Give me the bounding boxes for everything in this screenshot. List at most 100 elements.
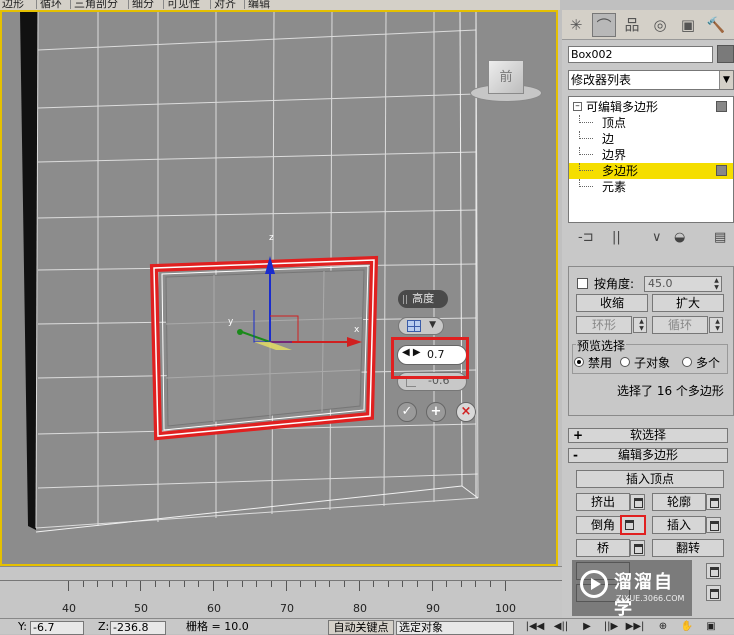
- next-frame-icon[interactable]: ||▶: [600, 619, 622, 634]
- zoom-extents-icon[interactable]: ▣: [700, 619, 722, 634]
- ring-button[interactable]: 环形: [576, 316, 632, 334]
- by-angle-spinner[interactable]: 45.0 ▲ ▼: [644, 276, 722, 292]
- make-unique-icon[interactable]: ∨: [652, 230, 662, 245]
- modify-icon[interactable]: ⌒: [592, 13, 616, 37]
- outline-settings-icon[interactable]: [706, 494, 721, 510]
- preview-subobject-radio[interactable]: [620, 357, 630, 367]
- show-end-result-icon[interactable]: ||: [612, 230, 621, 245]
- go-to-end-icon[interactable]: ▶▶|: [624, 619, 646, 634]
- viewcube-face-front[interactable]: 前: [488, 60, 524, 94]
- menu-bar: 边形 循环 三角剖分 细分 可见性 对齐 编辑: [0, 0, 560, 10]
- menu-item-align[interactable]: 对齐: [210, 0, 236, 10]
- menu-item-visibility[interactable]: 可见性: [163, 0, 200, 10]
- wall-side-edge: [20, 12, 38, 530]
- inset-button[interactable]: 插入: [652, 516, 706, 534]
- loop-spinner[interactable]: ▲ ▼: [709, 317, 723, 333]
- previous-frame-icon[interactable]: ◀||: [550, 619, 572, 634]
- insert-vertex-button[interactable]: 插入顶点: [576, 470, 724, 488]
- bridge-settings-icon[interactable]: [630, 540, 645, 556]
- extrude-settings-icon[interactable]: [630, 494, 645, 510]
- by-angle-checkbox[interactable]: [577, 278, 588, 289]
- go-to-start-icon[interactable]: |◀◀: [524, 619, 546, 634]
- status-bar: Y: -6.7 Z: -236.8 栅格 = 10.0 自动关键点 选定对象 |…: [0, 618, 734, 635]
- time-ruler[interactable]: 40 50 60 70 80 90 100: [0, 580, 562, 615]
- stack-item-border[interactable]: 边界: [569, 147, 733, 163]
- svg-text:y: y: [228, 317, 234, 327]
- menu-item-triangulate[interactable]: 三角剖分: [70, 0, 118, 10]
- y-coord-label: Y:: [18, 620, 27, 633]
- retriangulate-settings-icon[interactable]: [706, 585, 721, 601]
- group-mode-icon: [407, 320, 421, 332]
- ring-spinner[interactable]: ▲ ▼: [633, 317, 647, 333]
- remove-modifier-icon[interactable]: ◒: [674, 230, 685, 245]
- object-name-field[interactable]: Box002: [568, 46, 713, 63]
- preview-subobject-label: 子对象: [634, 356, 671, 370]
- timeline-label: 80: [353, 602, 367, 615]
- shrink-button[interactable]: 收缩: [576, 294, 648, 312]
- motion-icon[interactable]: ◎: [648, 13, 672, 37]
- display-icon[interactable]: ▣: [676, 13, 700, 37]
- stack-item-element[interactable]: 元素: [569, 179, 733, 195]
- create-icon[interactable]: ✳: [564, 13, 588, 37]
- outline-button[interactable]: 轮廓: [652, 493, 706, 511]
- set-key-filter-dropdown[interactable]: 选定对象: [396, 621, 514, 635]
- stack-toggle-icon[interactable]: [716, 165, 727, 176]
- menu-item-polygon[interactable]: 边形: [2, 0, 24, 10]
- viewcube[interactable]: 前: [470, 60, 542, 105]
- grow-button[interactable]: 扩大: [652, 294, 724, 312]
- auto-key-button[interactable]: 自动关键点: [328, 620, 394, 635]
- extrude-button[interactable]: 挤出: [576, 493, 630, 511]
- caddy-cancel-button[interactable]: ×: [456, 402, 476, 422]
- preview-multi-radio[interactable]: [682, 357, 692, 367]
- pin-stack-icon[interactable]: -⊐: [578, 230, 594, 245]
- menu-item-subdivide[interactable]: 细分: [128, 0, 154, 10]
- inset-settings-icon[interactable]: [706, 517, 721, 533]
- stack-item-edge[interactable]: 边: [569, 131, 733, 147]
- flip-button[interactable]: 翻转: [652, 539, 724, 557]
- viewport-perspective[interactable]: z x y 前: [0, 10, 558, 566]
- timeline[interactable]: 40 50 60 70 80 90 100: [0, 566, 562, 618]
- preview-disabled-label: 禁用: [588, 356, 613, 370]
- collapse-icon[interactable]: –: [573, 102, 582, 111]
- soft-selection-rollout-header[interactable]: + 软选择: [568, 428, 728, 443]
- edit-polygons-rollout-header[interactable]: - 编辑多边形: [568, 448, 728, 463]
- hierarchy-icon[interactable]: 品: [620, 13, 644, 37]
- bridge-button[interactable]: 桥: [576, 539, 630, 557]
- zoom-icon[interactable]: ⊕: [652, 619, 674, 634]
- spinner-arrows-icon[interactable]: ▲ ▼: [637, 318, 646, 332]
- selected-polygons[interactable]: [149, 255, 379, 441]
- play-icon[interactable]: ▶: [576, 619, 598, 634]
- spinner-arrows-icon[interactable]: ▲ ▼: [712, 277, 721, 291]
- loop-button[interactable]: 循环: [652, 316, 708, 334]
- y-coord-field[interactable]: -6.7: [30, 621, 84, 635]
- stack-item-editable-poly[interactable]: – 可编辑多边形: [569, 99, 733, 115]
- object-color-swatch[interactable]: [717, 45, 734, 63]
- stack-toolbar: -⊐ || ∨ ◒ ▤: [568, 228, 734, 250]
- z-coord-label: Z:: [98, 620, 110, 633]
- modifier-list-dropdown[interactable]: 修改器列表 ▼: [568, 70, 734, 90]
- utilities-icon[interactable]: 🔨: [704, 13, 728, 37]
- stack-toggle-icon[interactable]: [716, 101, 727, 112]
- menu-item-loop[interactable]: 循环: [36, 0, 62, 10]
- menu-item-edit[interactable]: 编辑: [244, 0, 270, 10]
- modifier-list-label: 修改器列表: [571, 73, 632, 87]
- stack-item-polygon[interactable]: 多边形: [569, 163, 733, 179]
- spinner-arrows-icon[interactable]: ▲ ▼: [713, 318, 722, 332]
- caddy-bevel-type-dropdown[interactable]: ▼: [398, 317, 444, 335]
- z-coord-field[interactable]: -236.8: [110, 621, 166, 635]
- wall-grid: [35, 12, 479, 533]
- preview-disabled-radio[interactable]: [574, 357, 584, 367]
- bevel-settings-icon[interactable]: [620, 515, 646, 535]
- extrude-along-spline-settings-icon[interactable]: [706, 563, 721, 579]
- grid-size-label: 栅格 = 10.0: [186, 620, 249, 633]
- caddy-apply-button[interactable]: +: [426, 402, 446, 422]
- chevron-down-icon[interactable]: ▼: [719, 71, 733, 89]
- modifier-stack[interactable]: – 可编辑多边形 顶点 边 边界 多边形 元素: [568, 96, 734, 223]
- caddy-ok-button[interactable]: ✓: [397, 402, 417, 422]
- command-panel-tabs: ✳ ⌒ 品 ◎ ▣ 🔨: [562, 10, 734, 40]
- preview-multi-label: 多个: [696, 356, 721, 370]
- timeline-label: 50: [134, 602, 148, 615]
- stack-item-vertex[interactable]: 顶点: [569, 115, 733, 131]
- pan-view-icon[interactable]: ✋: [676, 619, 698, 634]
- configure-modifier-sets-icon[interactable]: ▤: [714, 230, 726, 245]
